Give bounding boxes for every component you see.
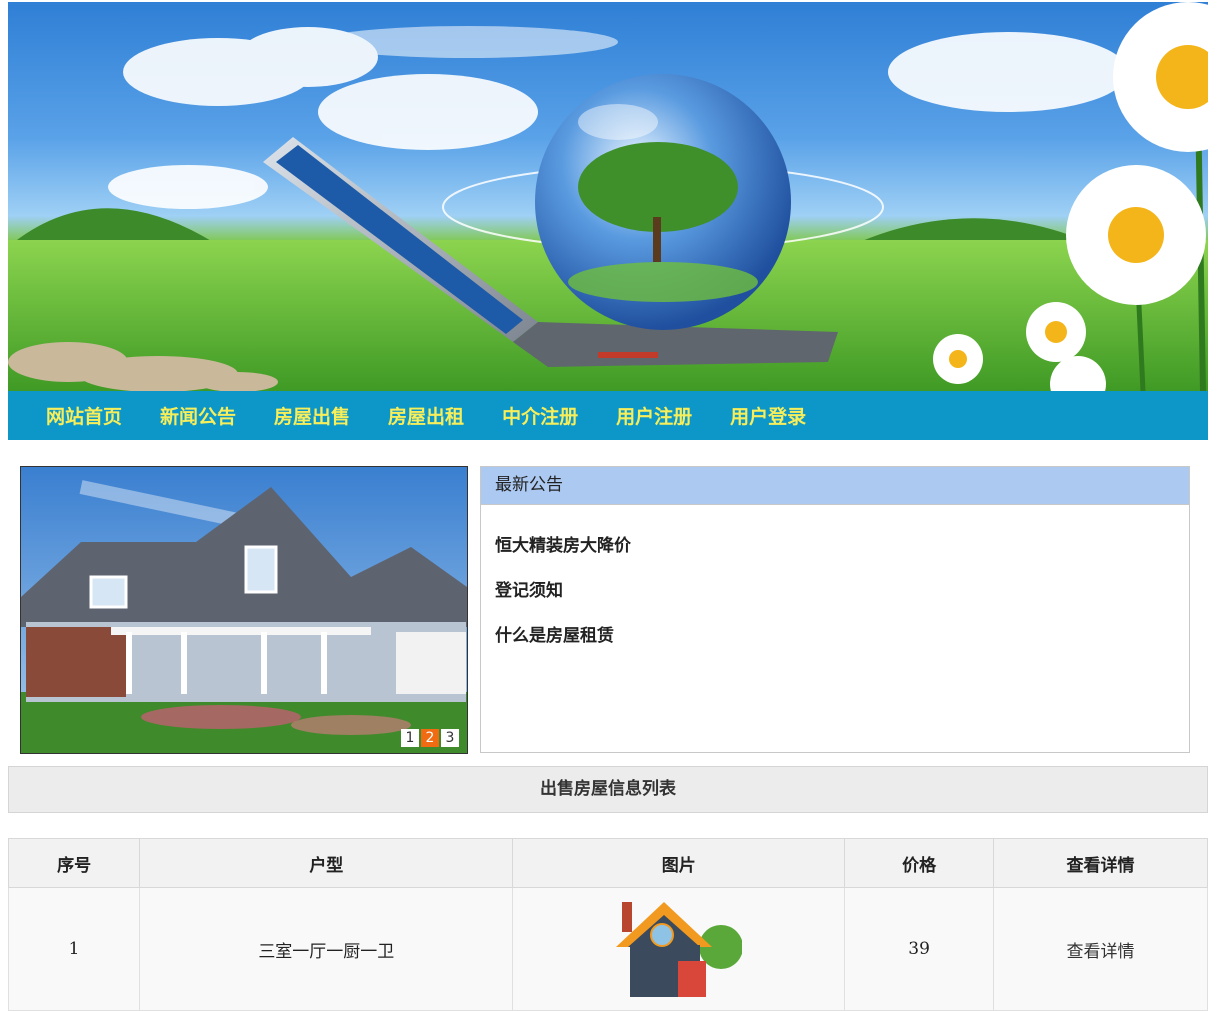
slider-page-2[interactable]: 2	[421, 729, 439, 747]
cell-image	[512, 887, 846, 1011]
house-thumbnail-icon	[615, 901, 743, 997]
header-banner	[8, 2, 1208, 391]
nav-item-home[interactable]: 网站首页	[46, 402, 122, 429]
table-row: 1 三室一厅一厨一卫 39 查看详情	[7, 887, 1208, 1011]
nav-item-rent[interactable]: 房屋出租	[388, 402, 464, 429]
sale-list-title: 出售房屋信息列表	[8, 766, 1208, 813]
column-header-detail: 查看详情	[993, 838, 1208, 888]
nav-item-user-register[interactable]: 用户注册	[616, 402, 692, 429]
house-photo	[21, 467, 467, 753]
slider-page-3[interactable]: 3	[441, 729, 459, 747]
cell-type: 三室一厅一厨一卫	[139, 887, 514, 1011]
sale-house-table: 序号 户型 图片 价格 查看详情 1 三室一厅一厨一卫 39 查看详情	[7, 838, 1208, 1011]
cell-price: 39	[844, 887, 995, 1011]
column-header-price: 价格	[844, 838, 995, 888]
image-slider[interactable]: 1 2 3	[20, 466, 468, 754]
notice-panel: 最新公告 恒大精装房大降价 登记须知 什么是房屋租赁	[480, 466, 1190, 753]
column-header-index: 序号	[7, 838, 141, 888]
slider-pagination: 1 2 3	[401, 729, 459, 747]
column-header-image: 图片	[512, 838, 846, 888]
cell-detail: 查看详情	[993, 887, 1208, 1011]
main-nav: 网站首页 新闻公告 房屋出售 房屋出租 中介注册 用户注册 用户登录	[8, 391, 1208, 440]
nav-item-user-login[interactable]: 用户登录	[730, 402, 806, 429]
notice-list: 恒大精装房大降价 登记须知 什么是房屋租赁	[481, 505, 1189, 670]
nav-item-sale[interactable]: 房屋出售	[274, 402, 350, 429]
cell-index: 1	[7, 887, 141, 1011]
notice-title: 最新公告	[481, 467, 1189, 505]
banner-illustration	[8, 2, 1208, 391]
notice-item[interactable]: 什么是房屋租赁	[495, 625, 1189, 670]
notice-item[interactable]: 登记须知	[495, 580, 1189, 625]
column-header-type: 户型	[139, 838, 514, 888]
slider-page-1[interactable]: 1	[401, 729, 419, 747]
nav-item-news[interactable]: 新闻公告	[160, 402, 236, 429]
nav-item-agent-register[interactable]: 中介注册	[502, 402, 578, 429]
view-detail-link[interactable]: 查看详情	[1067, 942, 1135, 962]
table-header-row: 序号 户型 图片 价格 查看详情	[7, 838, 1208, 888]
notice-item[interactable]: 恒大精装房大降价	[495, 535, 1189, 580]
